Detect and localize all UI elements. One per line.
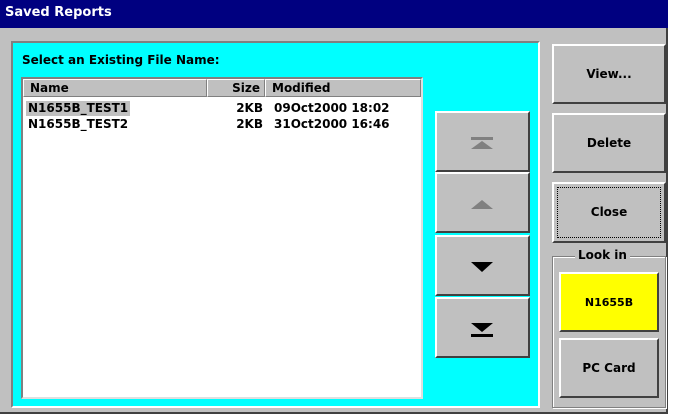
file-modified: 09Oct2000 18:02 xyxy=(274,101,390,115)
scroll-down-button[interactable] xyxy=(435,235,530,296)
close-button[interactable]: Close xyxy=(552,182,666,243)
scroll-to-top-button[interactable] xyxy=(435,111,530,172)
delete-button-label: Delete xyxy=(586,136,632,150)
file-row[interactable]: N1655B_TEST1 2KB 09Oct2000 18:02 xyxy=(23,101,421,116)
look-in-pc-card-label: PC Card xyxy=(582,361,636,375)
view-button-label: View... xyxy=(586,67,632,81)
file-size: 2KB xyxy=(236,101,263,115)
column-header-modified[interactable]: Modified xyxy=(265,79,421,97)
scroll-up-button[interactable] xyxy=(435,172,530,233)
scroll-to-bottom-button[interactable] xyxy=(435,297,530,358)
scroll-down-icon xyxy=(471,262,493,272)
look-in-n1655b-button[interactable]: N1655B xyxy=(559,272,659,332)
file-name: N1655B_TEST1 xyxy=(26,101,131,116)
file-list[interactable]: Name Size Modified N1655B_TEST1 2KB 09Oc… xyxy=(21,77,423,399)
file-name: N1655B_TEST2 xyxy=(28,117,129,131)
file-list-header: Name Size Modified xyxy=(23,79,421,97)
file-size: 2KB xyxy=(236,117,263,131)
close-button-label: Close xyxy=(590,205,628,219)
view-button[interactable]: View... xyxy=(552,44,666,104)
scroll-up-icon xyxy=(471,200,493,209)
column-header-size[interactable]: Size xyxy=(207,79,265,97)
file-select-label: Select an Existing File Name: xyxy=(22,53,220,67)
look-in-n1655b-label: N1655B xyxy=(584,296,634,309)
delete-button[interactable]: Delete xyxy=(552,113,666,173)
scroll-to-top-icon xyxy=(471,137,493,149)
look-in-pc-card-button[interactable]: PC Card xyxy=(559,338,659,398)
scroll-to-bottom-icon xyxy=(471,323,493,337)
window-title: Saved Reports xyxy=(0,0,668,28)
file-modified: 31Oct2000 16:46 xyxy=(274,117,390,131)
look-in-label: Look in xyxy=(575,247,630,263)
column-header-name[interactable]: Name xyxy=(23,79,207,97)
file-row[interactable]: N1655B_TEST2 2KB 31Oct2000 16:46 xyxy=(23,117,421,132)
